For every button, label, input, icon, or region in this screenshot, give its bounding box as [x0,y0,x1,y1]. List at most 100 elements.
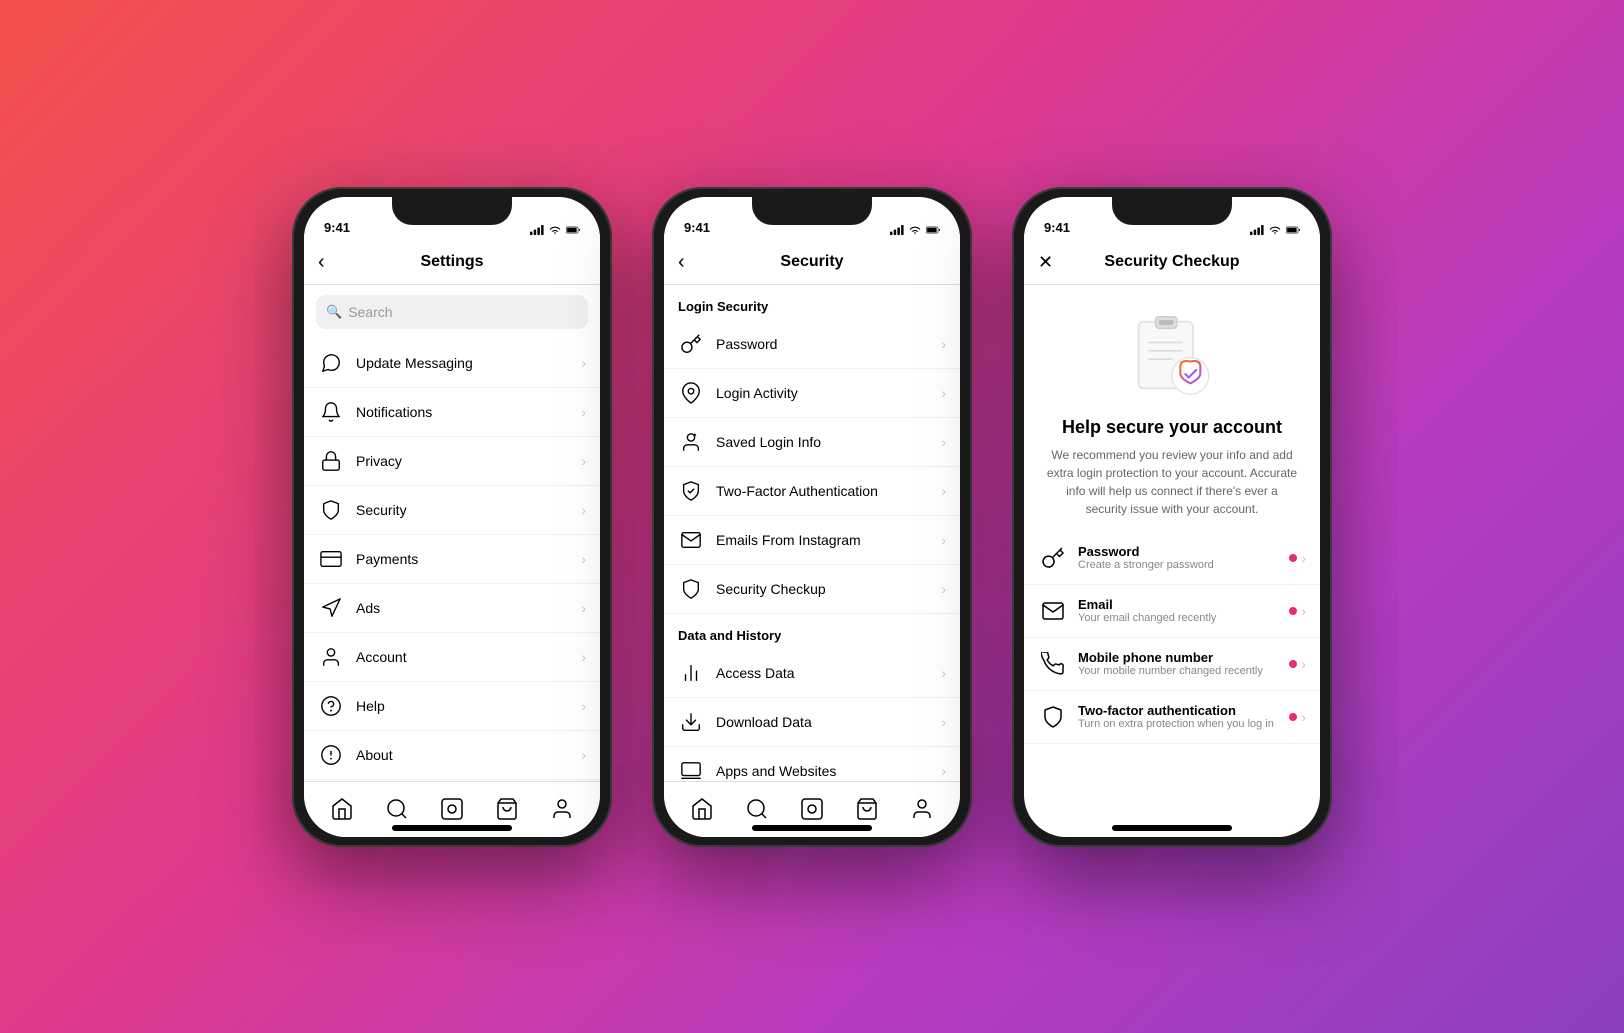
person-icon [318,644,344,670]
nav-profile-1[interactable] [542,789,582,829]
bar-chart-icon [678,660,704,686]
nav-search-2[interactable] [737,789,777,829]
settings-item-about[interactable]: About › [304,731,600,780]
battery-icon-3 [1286,225,1300,235]
security-item-apps[interactable]: Apps and Websites › [664,747,960,781]
emails-label: Emails From Instagram [716,532,941,548]
status-time-3: 9:41 [1044,220,1070,235]
settings-item-security[interactable]: Security › [304,486,600,535]
back-button-2[interactable]: ‹ [678,251,685,274]
security-content: Login Security Password › Login Ac [664,285,960,781]
checkup-phone-text: Mobile phone number Your mobile number c… [1078,650,1289,677]
checkup-2fa-title: Two-factor authentication [1078,703,1289,718]
checkup-password-text: Password Create a stronger password [1078,544,1289,571]
nav-home-2[interactable] [682,789,722,829]
settings-content: 🔍 Search Update Messaging › [304,285,600,781]
security-item-login-activity[interactable]: Login Activity › [664,369,960,418]
clipboard-illustration [1122,305,1222,405]
payments-label: Payments [356,551,581,567]
phone-checkup: 9:41 [1012,187,1332,847]
nav-reels-2[interactable] [792,789,832,829]
home-indicator-3 [1112,825,1232,831]
security-item-password[interactable]: Password › [664,320,960,369]
shield-icon [318,497,344,523]
search-icon: 🔍 [326,304,342,320]
nav-shop-2[interactable] [847,789,887,829]
nav-search-1[interactable] [377,789,417,829]
security-item-2fa[interactable]: Two-Factor Authentication › [664,467,960,516]
phone-security: 9:41 [652,187,972,847]
search-bar[interactable]: 🔍 Search [316,295,588,329]
checkup-item-phone[interactable]: Mobile phone number Your mobile number c… [1024,638,1320,691]
security-item-access-data[interactable]: Access Data › [664,649,960,698]
status-bar-3: 9:41 [1024,197,1320,241]
location-icon [678,380,704,406]
messaging-icon [318,350,344,376]
status-icons-1 [530,225,580,235]
security-item-saved-login[interactable]: Saved Login Info › [664,418,960,467]
security-checkup-label: Security Checkup [716,581,941,597]
checkup-2fa-subtitle: Turn on extra protection when you log in [1078,718,1289,730]
settings-item-payments[interactable]: Payments › [304,535,600,584]
status-icons-3 [1250,225,1300,235]
download-icon [678,709,704,735]
alert-dot-2fa [1289,713,1297,721]
security-item-checkup[interactable]: Security Checkup › [664,565,960,614]
security-label: Security [356,502,581,518]
checkup-item-email[interactable]: Email Your email changed recently › [1024,585,1320,638]
checkup-phone-title: Mobile phone number [1078,650,1289,665]
checkup-nav-header: ✕ Security Checkup [1024,241,1320,285]
nav-reels-1[interactable] [432,789,472,829]
checkup-phone-subtitle: Your mobile number changed recently [1078,665,1289,677]
checkup-title: Help secure your account [1024,417,1320,438]
nav-profile-2[interactable] [902,789,942,829]
2fa-label: Two-Factor Authentication [716,483,941,499]
home-indicator-2 [752,825,872,831]
checkup-content: Help secure your account We recommend yo… [1024,285,1320,837]
privacy-label: Privacy [356,453,581,469]
notifications-label: Notifications [356,404,581,420]
settings-item-help[interactable]: Help › [304,682,600,731]
checkup-key-icon [1038,543,1068,573]
search-placeholder: Search [348,304,392,320]
info-icon [318,742,344,768]
checkup-password-right: › [1289,550,1306,566]
checkup-email-title: Email [1078,597,1289,612]
settings-nav-header: ‹ Settings [304,241,600,285]
wifi-icon [548,225,562,235]
bell-icon [318,399,344,425]
signal-icon [530,225,544,235]
status-bar-2: 9:41 [664,197,960,241]
settings-item-ads[interactable]: Ads › [304,584,600,633]
back-button-1[interactable]: ‹ [318,251,325,274]
about-label: About [356,747,581,763]
checkup-password-subtitle: Create a stronger password [1078,559,1289,571]
alert-dot-email [1289,607,1297,615]
settings-item-account[interactable]: Account › [304,633,600,682]
settings-item-update-messaging[interactable]: Update Messaging › [304,339,600,388]
phone-settings: 9:41 [292,187,612,847]
signal-icon-2 [890,225,904,235]
help-icon [318,693,344,719]
checkup-mail-icon [1038,596,1068,626]
close-button[interactable]: ✕ [1038,252,1053,273]
checkup-email-text: Email Your email changed recently [1078,597,1289,624]
checkup-item-password[interactable]: Password Create a stronger password › [1024,532,1320,585]
nav-shop-1[interactable] [487,789,527,829]
settings-item-notifications[interactable]: Notifications › [304,388,600,437]
nav-home-1[interactable] [322,789,362,829]
checkup-item-2fa[interactable]: Two-factor authentication Turn on extra … [1024,691,1320,744]
key-icon [678,331,704,357]
settings-item-privacy[interactable]: Privacy › [304,437,600,486]
phone-checkup-screen: 9:41 [1024,197,1320,837]
security-item-download-data[interactable]: Download Data › [664,698,960,747]
notch-3 [1112,197,1232,225]
security-item-emails[interactable]: Emails From Instagram › [664,516,960,565]
checkup-illustration [1024,285,1320,417]
shield-outline-icon [678,576,704,602]
download-data-label: Download Data [716,714,941,730]
phone-settings-screen: 9:41 [304,197,600,837]
login-activity-label: Login Activity [716,385,941,401]
person-key-icon [678,429,704,455]
signal-icon-3 [1250,225,1264,235]
